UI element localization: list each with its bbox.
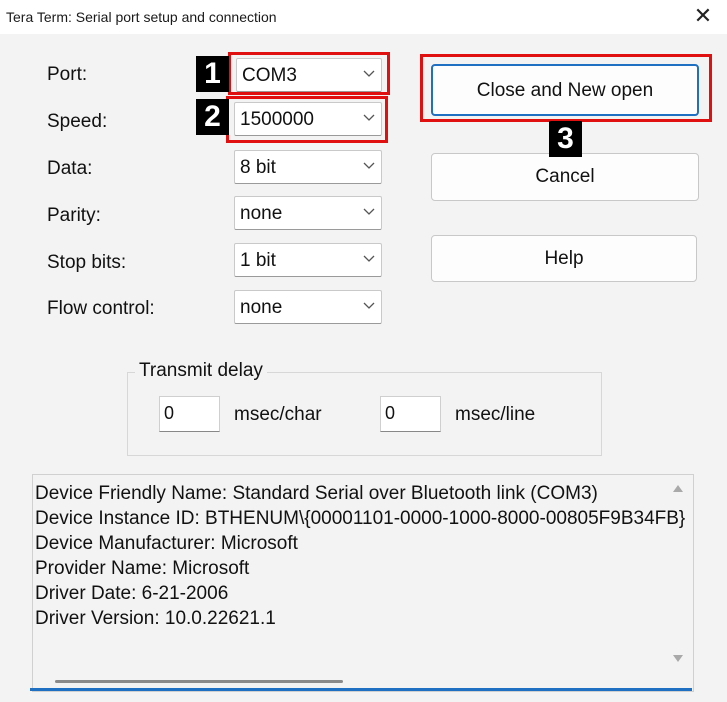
close-new-open-highlight-box	[420, 54, 712, 122]
msec-char-value: 0	[164, 403, 175, 423]
close-icon[interactable]: ✕	[690, 3, 716, 29]
device-instance-id: Device Instance ID: BTHENUM\{00001101-00…	[35, 508, 686, 529]
data-label: Data:	[47, 158, 93, 179]
msec-char-unit: msec/char	[234, 404, 322, 425]
msec-line-unit: msec/line	[455, 404, 536, 425]
msec-line-value: 0	[385, 403, 396, 423]
msec-line-input[interactable]: 0	[380, 396, 441, 432]
port-highlight-box	[228, 52, 390, 95]
device-manufacturer: Device Manufacturer: Microsoft	[35, 533, 298, 554]
data-value: 8 bit	[240, 157, 276, 178]
speed-highlight-box	[226, 96, 388, 143]
chevron-down-icon	[363, 162, 375, 169]
cancel-button[interactable]: Cancel	[431, 153, 699, 201]
textarea-focus-underline	[30, 688, 692, 691]
parity-select[interactable]: none	[234, 196, 382, 230]
flow-control-value: none	[240, 297, 283, 318]
driver-date: Driver Date: 6-21-2006	[35, 583, 229, 604]
help-button[interactable]: Help	[431, 235, 697, 282]
provider-name: Provider Name: Microsoft	[35, 558, 250, 579]
parity-value: none	[240, 203, 283, 224]
msec-char-input[interactable]: 0	[159, 396, 220, 432]
horizontal-scrollbar-thumb[interactable]	[55, 680, 343, 683]
flow-control-select[interactable]: none	[234, 290, 382, 324]
device-info-textarea[interactable]: Device Friendly Name: Standard Serial ov…	[32, 474, 694, 692]
scroll-down-icon[interactable]	[673, 655, 683, 662]
transmit-delay-title: Transmit delay	[135, 360, 267, 382]
stop-bits-label: Stop bits:	[47, 252, 127, 273]
parity-label: Parity:	[47, 205, 101, 226]
driver-version: Driver Version: 10.0.22621.1	[35, 608, 276, 629]
window-title: Tera Term: Serial port setup and connect…	[6, 9, 277, 25]
chevron-down-icon	[363, 302, 375, 309]
stop-bits-select[interactable]: 1 bit	[234, 243, 382, 277]
chevron-down-icon	[363, 255, 375, 262]
annotation-badge-1: 1	[196, 56, 229, 92]
device-friendly-name: Device Friendly Name: Standard Serial ov…	[35, 483, 598, 504]
data-select[interactable]: 8 bit	[234, 150, 382, 184]
annotation-badge-2: 2	[196, 99, 229, 135]
speed-label: Speed:	[47, 111, 108, 132]
flow-control-label: Flow control:	[47, 298, 155, 319]
annotation-badge-3: 3	[549, 121, 582, 157]
stop-bits-value: 1 bit	[240, 250, 276, 271]
chevron-down-icon	[363, 208, 375, 215]
port-label: Port:	[47, 64, 88, 85]
device-info-lines: Device Friendly Name: Standard Serial ov…	[35, 481, 685, 631]
title-bar: Tera Term: Serial port setup and connect…	[0, 0, 727, 34]
scroll-up-icon[interactable]	[673, 485, 683, 492]
